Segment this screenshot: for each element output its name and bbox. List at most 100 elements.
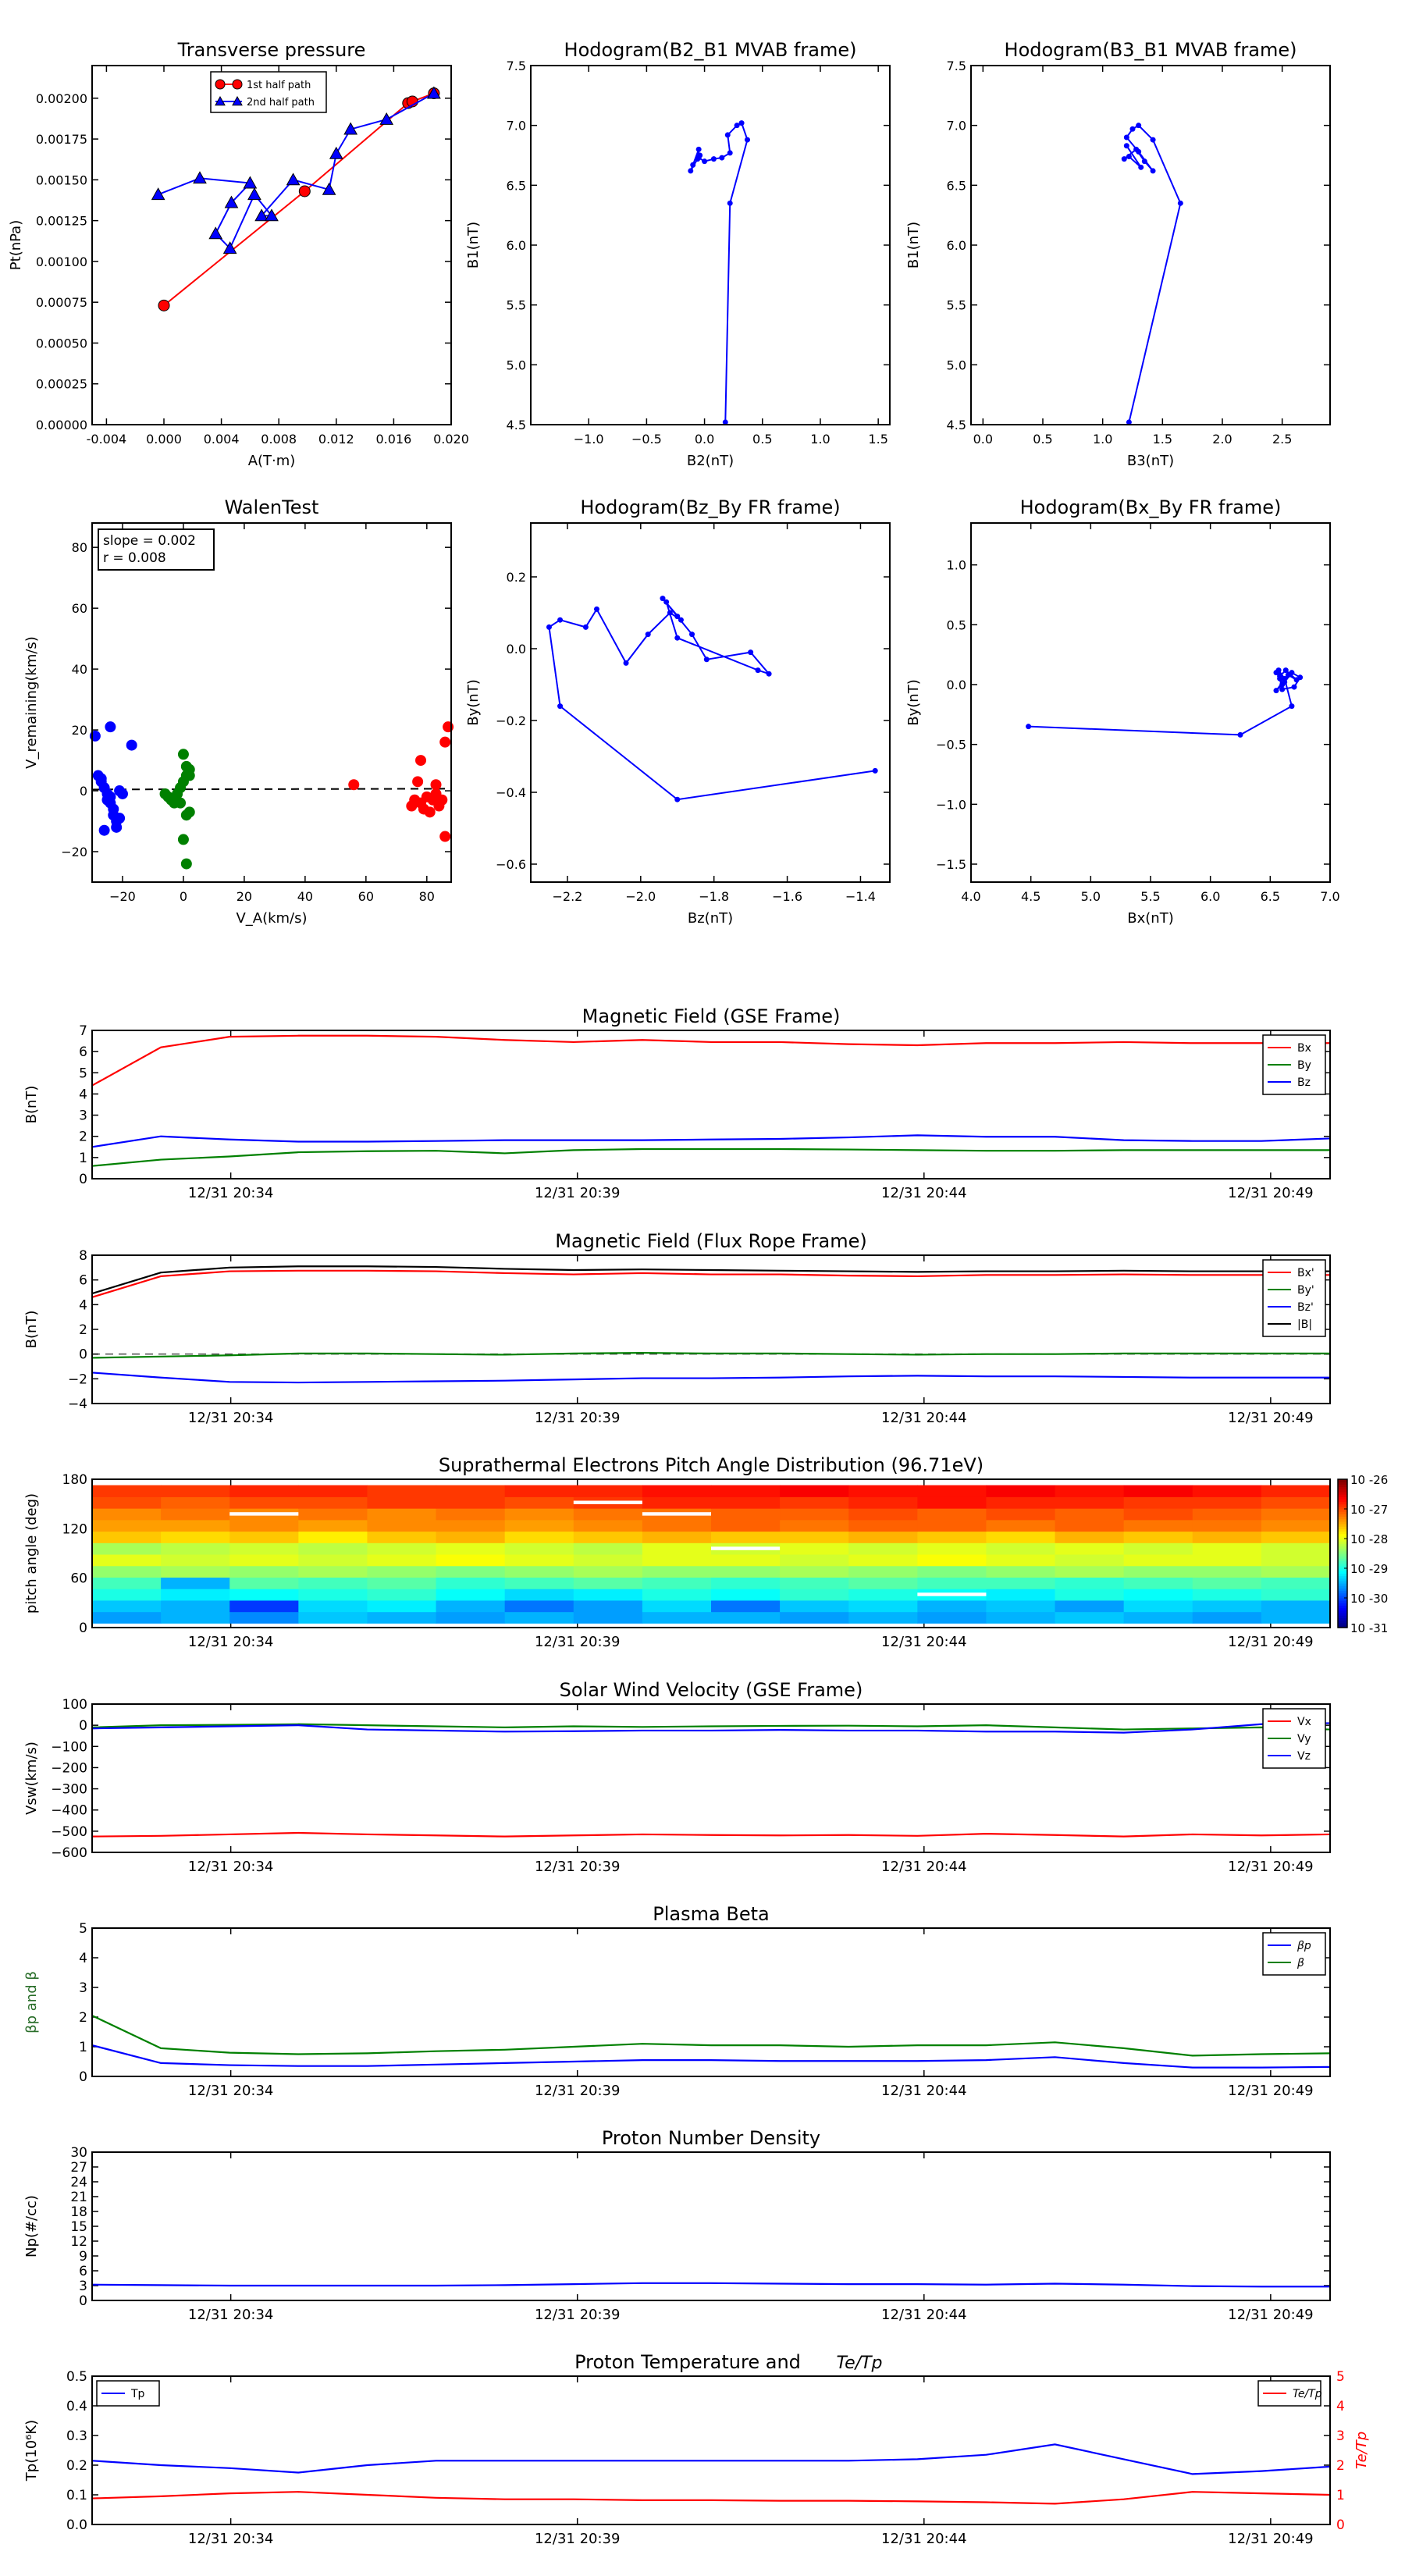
x-tick-label: 5.5 bbox=[1140, 889, 1160, 904]
y-tick-label: 6 bbox=[79, 2264, 87, 2279]
heatmap-cell bbox=[1192, 1553, 1262, 1567]
marker-dot bbox=[1138, 164, 1144, 170]
heatmap-cell bbox=[504, 1519, 574, 1532]
x-tick-label: 60 bbox=[358, 889, 374, 904]
marker-dot bbox=[710, 156, 717, 162]
x-tick-label: 4.0 bbox=[961, 889, 980, 904]
heatmap-cell bbox=[573, 1565, 643, 1578]
heatmap-cell bbox=[436, 1519, 506, 1532]
heatmap-cell bbox=[986, 1496, 1056, 1509]
heatmap-cell bbox=[367, 1589, 437, 1601]
marker-dot bbox=[1282, 679, 1288, 685]
heatmap-cell bbox=[1123, 1599, 1193, 1613]
x-tick-label: 0.004 bbox=[204, 432, 240, 447]
chart-beta: Plasma Beta 12/31 20:34 12/31 20:39 12/31 2… bbox=[23, 1903, 1331, 2099]
heatmap-cell bbox=[780, 1485, 849, 1497]
x-tick-label: 2.5 bbox=[1272, 432, 1292, 447]
heatmap-cell bbox=[1055, 1542, 1125, 1555]
marker-dot bbox=[1026, 724, 1032, 730]
scatter-point bbox=[183, 770, 195, 781]
y-tick-label: −600 bbox=[51, 1845, 87, 1861]
y-tick-label: 80 bbox=[72, 540, 87, 555]
heatmap-cell bbox=[298, 1508, 368, 1521]
plot-frame bbox=[91, 2151, 1331, 2301]
series-line bbox=[91, 2044, 1331, 2069]
y-tick-label: 0 bbox=[79, 1718, 87, 1734]
heatmap-cell bbox=[1192, 1611, 1262, 1624]
colorbar-tick-label: 10 -28 bbox=[1350, 1532, 1388, 1546]
heatmap-cell bbox=[711, 1599, 781, 1613]
heatmap-cell bbox=[1055, 1553, 1125, 1567]
chart-title: Suprathermal Electrons Pitch Angle Distr… bbox=[439, 1454, 984, 1476]
heatmap-cell bbox=[1123, 1496, 1193, 1509]
heatmap-cell bbox=[1055, 1485, 1125, 1497]
scatter-point bbox=[177, 834, 189, 845]
y-tick-label: 0.3 bbox=[66, 2428, 87, 2444]
y-tick-label: 0.00000 bbox=[36, 418, 87, 432]
marker-dot bbox=[702, 158, 708, 165]
marker-dot bbox=[1123, 143, 1129, 149]
heatmap-cell bbox=[161, 1553, 230, 1567]
chart-title: WalenTest bbox=[225, 496, 319, 518]
y-tick-label: 0.0 bbox=[947, 678, 966, 692]
scatter-point bbox=[439, 736, 451, 748]
y-tick-label: 4 bbox=[79, 1297, 87, 1313]
heatmap-cell bbox=[917, 1485, 987, 1497]
y-tick-label: 5.0 bbox=[947, 358, 966, 372]
heatmap-cell bbox=[229, 1565, 299, 1578]
y-axis-label: Np(#/cc) bbox=[23, 2195, 40, 2258]
figure: Transverse pressure-0.004 0.000 0.004 0.008… bbox=[8, 39, 1388, 2547]
heatmap-cell bbox=[1123, 1485, 1193, 1497]
y-tick-label: 15 bbox=[70, 2219, 87, 2235]
y2-tick-label: 1 bbox=[1336, 2488, 1345, 2503]
heatmap-cell bbox=[917, 1611, 987, 1624]
heatmap-cell bbox=[780, 1542, 849, 1555]
heatmap-cell bbox=[1123, 1553, 1193, 1567]
y-tick-label: 5 bbox=[79, 1921, 87, 1937]
heatmap-cell bbox=[229, 1611, 299, 1624]
heatmap-cell bbox=[917, 1599, 987, 1613]
y-axis-label: B(nT) bbox=[23, 1086, 40, 1124]
marker-dot bbox=[688, 168, 694, 174]
y-tick-label: −0.2 bbox=[496, 713, 526, 728]
scatter-point bbox=[348, 779, 360, 791]
scatter-point bbox=[126, 739, 137, 751]
marker-dot bbox=[734, 123, 740, 129]
marker-dot bbox=[695, 146, 702, 152]
marker-dot bbox=[697, 152, 703, 158]
x-axis-label: B2(nT) bbox=[687, 453, 734, 469]
heatmap-cell bbox=[504, 1508, 574, 1521]
heatmap-cell bbox=[161, 1599, 230, 1613]
marker-triangle bbox=[329, 146, 343, 159]
marker-triangle bbox=[208, 226, 223, 240]
marker-dot bbox=[755, 667, 761, 674]
series-line bbox=[91, 2443, 1331, 2475]
heatmap-cell bbox=[711, 1485, 781, 1497]
x-tick-label: 12/31 20:39 bbox=[535, 2083, 620, 2099]
x-tick-label: 12/31 20:49 bbox=[1228, 2083, 1313, 2099]
heatmap-cell bbox=[1261, 1611, 1331, 1624]
y-tick-label: 6.5 bbox=[947, 178, 966, 193]
x-tick-label: 12/31 20:49 bbox=[1228, 2531, 1313, 2547]
y2-axis-label: Te/Tp bbox=[1353, 2432, 1370, 2469]
heatmap-cell bbox=[298, 1577, 368, 1589]
y-axis-label: Tp(10⁶K) bbox=[23, 2420, 40, 2482]
marker-triangle bbox=[193, 171, 207, 184]
chart-title: Hodogram(B2_B1 MVAB frame) bbox=[564, 39, 857, 61]
heatmap-cell bbox=[229, 1599, 299, 1613]
y-tick-label: 2 bbox=[79, 2010, 87, 2026]
x-tick-label: 12/31 20:49 bbox=[1228, 1185, 1313, 1201]
heatmap-cell bbox=[436, 1611, 506, 1624]
marker-dot bbox=[1150, 168, 1156, 174]
marker-dot bbox=[645, 632, 651, 638]
heatmap-cell bbox=[161, 1611, 230, 1624]
plot-frame bbox=[530, 65, 891, 425]
chart-title: Magnetic Field (Flux Rope Frame) bbox=[555, 1230, 866, 1252]
marker-dot bbox=[663, 599, 670, 605]
y-tick-label: 0.0 bbox=[507, 642, 526, 656]
marker-dot bbox=[690, 162, 696, 168]
x-tick-label: 1.5 bbox=[1153, 432, 1172, 447]
colorbar-tick-label: 10 -31 bbox=[1350, 1621, 1388, 1635]
heatmap-cell bbox=[504, 1531, 574, 1543]
marker-dot bbox=[766, 671, 772, 677]
